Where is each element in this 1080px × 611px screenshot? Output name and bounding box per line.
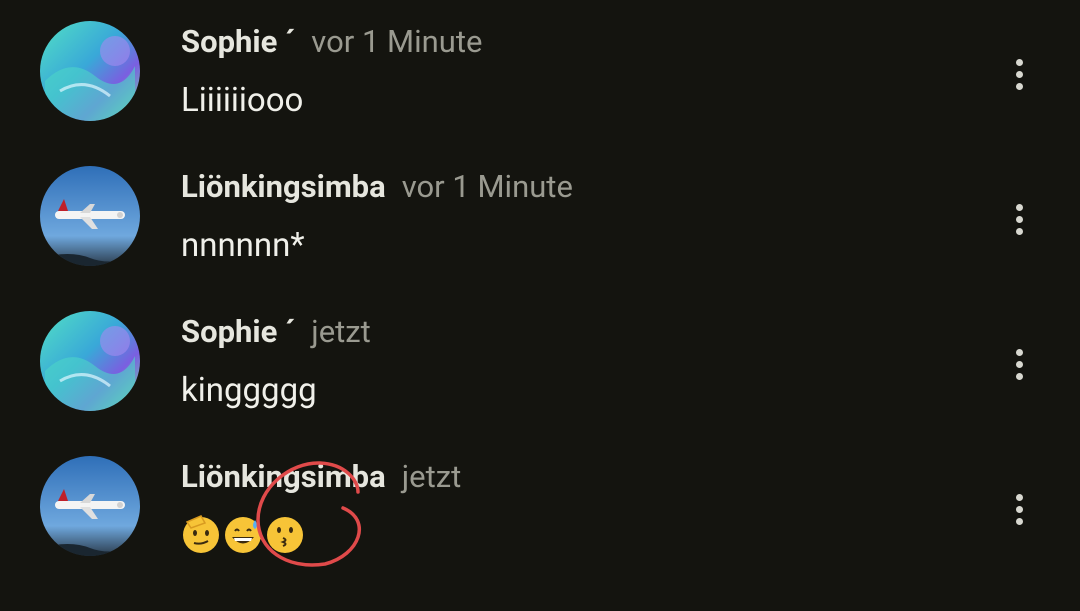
abstract-art-avatar-image [40,21,140,121]
comment-emojis [181,514,321,554]
airplane-avatar-image [40,166,140,266]
comment-item: Sophie ´ jetzt kinggggg [0,290,1080,435]
comment-header: Liönkingsimba vor 1 Minute [181,167,573,207]
more-vertical-icon[interactable] [1004,55,1036,95]
comment-author[interactable]: Liönkingsimba [181,168,386,205]
comment-item: Liönkingsimba jetzt [0,435,1080,580]
saluting-face-icon [183,515,219,553]
more-vertical-icon[interactable] [1004,345,1036,385]
comment-list: Sophie ´ vor 1 Minute Liiiiiiooo Liönkin… [0,0,1080,611]
comment-time: vor 1 Minute [401,168,573,205]
comment-header: Sophie ´ jetzt [181,312,371,352]
abstract-art-avatar-image [40,311,140,411]
comment-header: Liönkingsimba jetzt [181,457,461,497]
more-vertical-icon[interactable] [1004,490,1036,530]
comment-author[interactable]: Sophie ´ [181,313,295,350]
comment-time: jetzt [311,313,371,350]
comment-text: nnnnnn* [181,226,305,265]
avatar[interactable] [40,21,140,121]
comment-header: Sophie ´ vor 1 Minute [181,22,482,62]
airplane-avatar-image [40,456,140,556]
kissing-face-icon [267,517,303,553]
grinning-sweat-face-icon [225,517,261,553]
comment-author[interactable]: Liönkingsimba [181,458,386,495]
comment-time: jetzt [401,458,462,495]
avatar[interactable] [40,311,140,411]
comment-item: Sophie ´ vor 1 Minute Liiiiiiooo [0,0,1080,145]
comment-time: vor 1 Minute [311,23,483,60]
avatar[interactable] [40,166,140,266]
comment-item: Liönkingsimba vor 1 Minute nnnnnn* [0,145,1080,290]
more-vertical-icon[interactable] [1004,200,1036,240]
comment-text: Liiiiiiooo [181,81,304,120]
avatar[interactable] [40,456,140,556]
comment-author[interactable]: Sophie ´ [181,23,295,60]
comment-text: kinggggg [181,371,317,410]
